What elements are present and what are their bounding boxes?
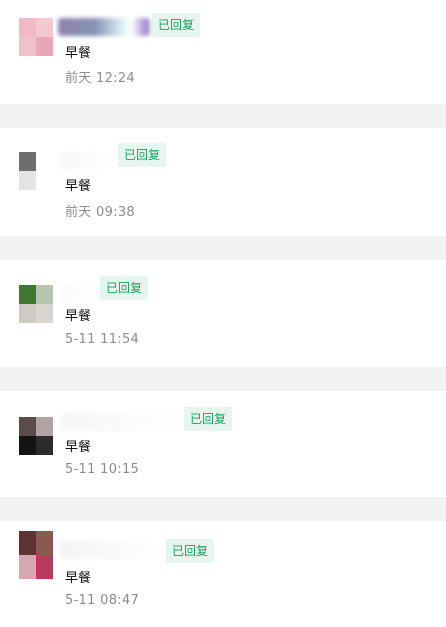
sender-name-redacted: [60, 284, 96, 302]
avatar-tile: [19, 417, 36, 436]
list-item[interactable]: 已回复 早餐 前天 09:38: [0, 128, 446, 236]
status-badge: 已回复: [152, 13, 201, 37]
list-item[interactable]: 已回复 早餐 前天 12:24: [0, 0, 446, 104]
avatar-tile: [36, 152, 53, 171]
list-item[interactable]: 已回复 早餐 5-11 08:47: [0, 521, 446, 627]
status-badge: 已回复: [184, 407, 233, 431]
sender-name-redacted: [58, 18, 150, 36]
avatar-tile: [19, 304, 36, 323]
message-preview: 早餐: [65, 571, 92, 586]
avatar-tile: [36, 304, 53, 323]
reply-list: 已回复 早餐 前天 12:24 已回复 早餐 前天 09:38 已回复 早餐 5…: [0, 0, 446, 627]
sender-name-redacted: [60, 541, 160, 559]
avatar[interactable]: [19, 417, 53, 455]
avatar-tile: [19, 171, 36, 190]
avatar-tile: [19, 531, 36, 555]
message-preview: 早餐: [65, 309, 92, 324]
status-badge: 已回复: [118, 143, 167, 167]
list-item[interactable]: 已回复 早餐 5-11 11:54: [0, 260, 446, 367]
sender-name-redacted: [60, 152, 112, 170]
list-item[interactable]: 已回复 早餐 5-11 10:15: [0, 391, 446, 497]
avatar-tile: [19, 152, 36, 171]
avatar-tile: [36, 555, 53, 579]
avatar-tile: [19, 37, 36, 56]
timestamp: 5-11 10:15: [65, 462, 140, 477]
avatar-tile: [36, 171, 53, 190]
message-preview: 早餐: [65, 179, 92, 194]
timestamp: 5-11 11:54: [65, 332, 140, 347]
avatar-tile: [36, 417, 53, 436]
status-badge: 已回复: [166, 539, 215, 563]
timestamp: 前天 12:24: [65, 71, 135, 86]
avatar[interactable]: [19, 152, 53, 190]
avatar[interactable]: [19, 531, 53, 579]
avatar-tile: [19, 285, 36, 304]
message-preview: 早餐: [65, 440, 92, 455]
avatar-tile: [19, 555, 36, 579]
avatar-tile: [36, 531, 53, 555]
timestamp: 前天 09:38: [65, 205, 135, 220]
avatar-tile: [36, 436, 53, 455]
avatar[interactable]: [19, 18, 53, 56]
timestamp: 5-11 08:47: [65, 593, 140, 608]
avatar-tile: [19, 18, 36, 37]
avatar[interactable]: [19, 285, 53, 323]
message-preview: 早餐: [65, 46, 92, 61]
avatar-tile: [36, 37, 53, 56]
avatar-tile: [19, 436, 36, 455]
avatar-tile: [36, 285, 53, 304]
avatar-tile: [36, 18, 53, 37]
sender-name-redacted: [60, 413, 180, 431]
status-badge: 已回复: [100, 276, 149, 300]
